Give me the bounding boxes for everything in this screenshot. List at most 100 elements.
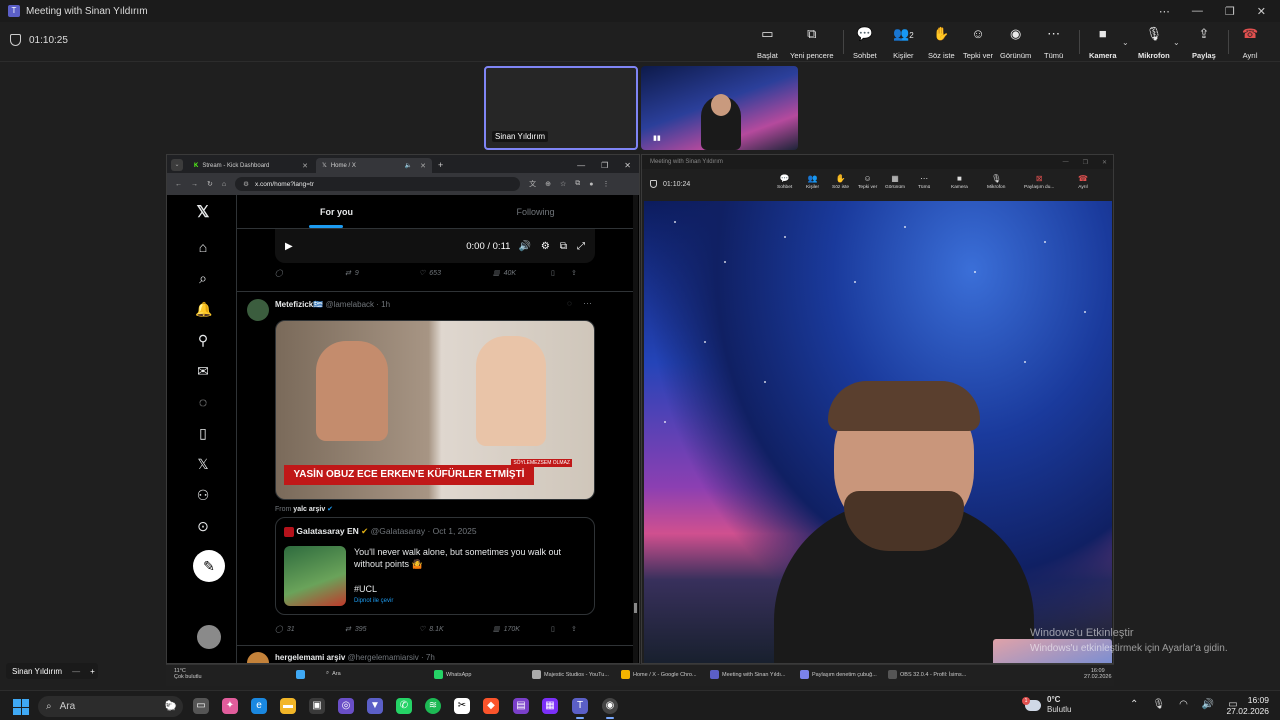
post-image[interactable]: YASİN OBUZ ECE ERKEN'E KÜFÜRLER ETMİŞTİ … xyxy=(275,320,595,500)
file-explorer-icon[interactable]: ▬ xyxy=(280,698,296,714)
x-logo-icon[interactable]: 𝕏 xyxy=(195,205,211,221)
minimize-button[interactable]: — xyxy=(577,161,585,170)
mic-options-chevron-icon[interactable]: ⌄ xyxy=(1173,38,1180,47)
profile-icon[interactable]: ● xyxy=(589,181,593,188)
author-avatar[interactable] xyxy=(247,299,269,321)
inner-view-button[interactable]: ▦ Görünüm xyxy=(885,174,905,190)
premium-x-icon[interactable]: 𝕏 xyxy=(195,456,211,472)
volume-icon[interactable]: 🔊 xyxy=(1202,699,1214,710)
reply-button[interactable]: ◯ 31 xyxy=(275,625,345,634)
notifications-bell-icon[interactable]: 🔔 xyxy=(195,301,212,317)
spotify-icon[interactable]: ≋ xyxy=(425,698,441,714)
quote-hashtag[interactable]: #UCL xyxy=(354,584,377,594)
zoom-icon[interactable]: ⊕ xyxy=(545,180,551,188)
inner-weather[interactable]: 11°C Çok bulutlu xyxy=(174,668,202,680)
play-icon[interactable]: ▶ xyxy=(285,241,293,252)
new-window-button[interactable]: ⧉ Yeni pencere xyxy=(790,26,834,60)
whatsapp-icon[interactable]: ✆ xyxy=(396,698,412,714)
teams-icon[interactable]: T xyxy=(572,698,588,719)
video-player[interactable]: ▶ 0:00 / 0:11 🔊 ⚙ ⧉ ⤢ xyxy=(275,229,595,263)
more-options-icon[interactable]: ⋯ xyxy=(1159,5,1170,18)
inner-app-share-bar[interactable]: Paylaşım denetim çubuğ... xyxy=(800,670,877,679)
address-bar[interactable]: ⚙ x.com/home?lang=tr xyxy=(235,177,521,191)
close-button[interactable]: ✕ xyxy=(1257,5,1266,18)
raise-hand-button[interactable]: ✋ Söz iste xyxy=(928,26,955,60)
grok-icon[interactable]: ◌ xyxy=(567,299,572,308)
tray-overflow-icon[interactable]: ⌃ xyxy=(1130,699,1138,710)
capcut-icon[interactable]: ✂ xyxy=(454,698,470,714)
site-info-icon[interactable]: ⚙ xyxy=(243,180,249,188)
quoted-post[interactable]: Galatasaray EN ✔ @Galatasaray · Oct 1, 2… xyxy=(275,517,595,615)
author-handle[interactable]: @lamelaback · 1h xyxy=(325,300,390,309)
wifi-icon[interactable]: ◠ xyxy=(1179,699,1188,710)
store-icon[interactable]: ▣ xyxy=(309,698,325,714)
app-icon[interactable]: ◎ xyxy=(338,698,354,714)
camera-options-chevron-icon[interactable]: ⌄ xyxy=(1122,38,1129,47)
self-video-tile[interactable]: ▮▮ xyxy=(641,66,798,150)
windows-start-button[interactable] xyxy=(13,699,29,715)
scrollbar-thumb[interactable] xyxy=(634,603,637,613)
obs-icon[interactable]: ◉ xyxy=(602,698,618,719)
react-button[interactable]: ☺ Tepki ver xyxy=(963,26,993,60)
taskbar-weather[interactable]: 1 0°C Bulutlu xyxy=(1022,695,1071,715)
inner-app-obs[interactable]: OBS 32.0.4 - Profil: İsims... xyxy=(888,670,966,679)
bookmark-icon[interactable]: ▯ xyxy=(551,269,571,277)
add-icon[interactable]: + xyxy=(90,667,95,676)
bookmark-star-icon[interactable]: ☆ xyxy=(560,180,566,188)
close-tab-icon[interactable]: ✕ xyxy=(302,162,308,170)
home-icon[interactable]: ⌂ xyxy=(222,181,226,188)
minimize-button[interactable]: — xyxy=(1063,159,1069,166)
start-button[interactable]: ▭ Başlat xyxy=(757,26,778,60)
reply-button[interactable]: ◯ xyxy=(275,269,345,277)
inner-chat-button[interactable]: 💬 Sohbet xyxy=(777,174,792,190)
inner-raise-hand-button[interactable]: ✋ Söz iste xyxy=(832,174,849,190)
close-tab-icon[interactable]: ✕ xyxy=(420,162,426,170)
tab-for-you[interactable]: For you xyxy=(237,195,436,228)
app-icon[interactable]: ▦ xyxy=(542,698,558,714)
inner-app-chrome[interactable]: Home / X - Google Chro... xyxy=(621,670,697,679)
profile-icon[interactable]: ⚇ xyxy=(195,487,211,503)
maximize-button[interactable]: ❐ xyxy=(1225,5,1235,18)
inner-people-button[interactable]: 👥 Kişiler xyxy=(806,174,819,190)
inner-app-whatsapp[interactable]: WhatsApp xyxy=(434,670,471,679)
repost-button[interactable]: ⇄ 9 xyxy=(345,269,419,278)
inner-more-button[interactable]: ⋯ Tümü xyxy=(918,174,930,190)
close-button[interactable]: ✕ xyxy=(1102,159,1107,166)
reload-icon[interactable]: ↻ xyxy=(207,180,213,188)
volume-icon[interactable]: 🔊 xyxy=(518,241,530,252)
taskbar-clock[interactable]: 16:09 27.02.2026 xyxy=(1225,695,1269,717)
inner-microphone-button[interactable]: 🎙 Mikrofon xyxy=(987,174,1005,190)
camera-button[interactable]: ■ Kamera xyxy=(1089,26,1117,60)
explore-search-icon[interactable]: ⌕ xyxy=(195,270,211,286)
tab-search-icon[interactable]: ⌄ xyxy=(171,159,183,171)
author-avatar[interactable] xyxy=(247,652,269,663)
inner-app-teams[interactable]: Meeting with Sinan Yıldı... xyxy=(710,670,786,679)
inner-react-button[interactable]: ☺ Tepki ver xyxy=(858,174,877,190)
brave-icon[interactable]: ◆ xyxy=(483,698,499,714)
new-tab-icon[interactable]: + xyxy=(438,160,443,170)
repost-button[interactable]: ⇄ 395 xyxy=(345,625,419,634)
quote-image[interactable] xyxy=(284,546,346,606)
author-name[interactable]: Metefizick🇬🇷 xyxy=(275,300,323,309)
author-handle[interactable]: @hergelemamiarsiv · 7h xyxy=(348,653,435,662)
participant-tile[interactable]: Sinan Yıldırım xyxy=(484,66,638,150)
post-more-icon[interactable]: ⋯ xyxy=(583,298,592,309)
tab-kick-dashboard[interactable]: K Stream - Kick Dashboard ✕ xyxy=(188,158,314,173)
account-avatar[interactable] xyxy=(197,625,221,649)
views-button[interactable]: ▥ 170K xyxy=(493,625,551,634)
inner-search[interactable]: ⌕ Ara xyxy=(326,670,341,677)
view-button[interactable]: ◉ Görünüm xyxy=(1000,26,1031,60)
people-button[interactable]: 👥2 Kişiler xyxy=(893,26,914,60)
app-icon[interactable]: ▤ xyxy=(513,698,529,714)
share-icon[interactable]: ⇪ xyxy=(571,269,577,277)
maximize-button[interactable]: ❐ xyxy=(1083,159,1088,166)
back-icon[interactable]: ← xyxy=(175,181,182,188)
chat-button[interactable]: 💬 Sohbet xyxy=(853,26,877,60)
edge-icon[interactable]: e xyxy=(251,698,267,714)
inner-clock[interactable]: 16:09 27.02.2026 xyxy=(1084,668,1112,680)
from-source[interactable]: yalc arşiv xyxy=(293,506,325,513)
compose-post-button[interactable]: ✎ xyxy=(193,550,225,582)
minimize-button[interactable]: — xyxy=(1192,5,1203,18)
like-button[interactable]: ♡ 8.1K xyxy=(419,625,493,634)
page-scrollbar[interactable] xyxy=(633,195,638,663)
